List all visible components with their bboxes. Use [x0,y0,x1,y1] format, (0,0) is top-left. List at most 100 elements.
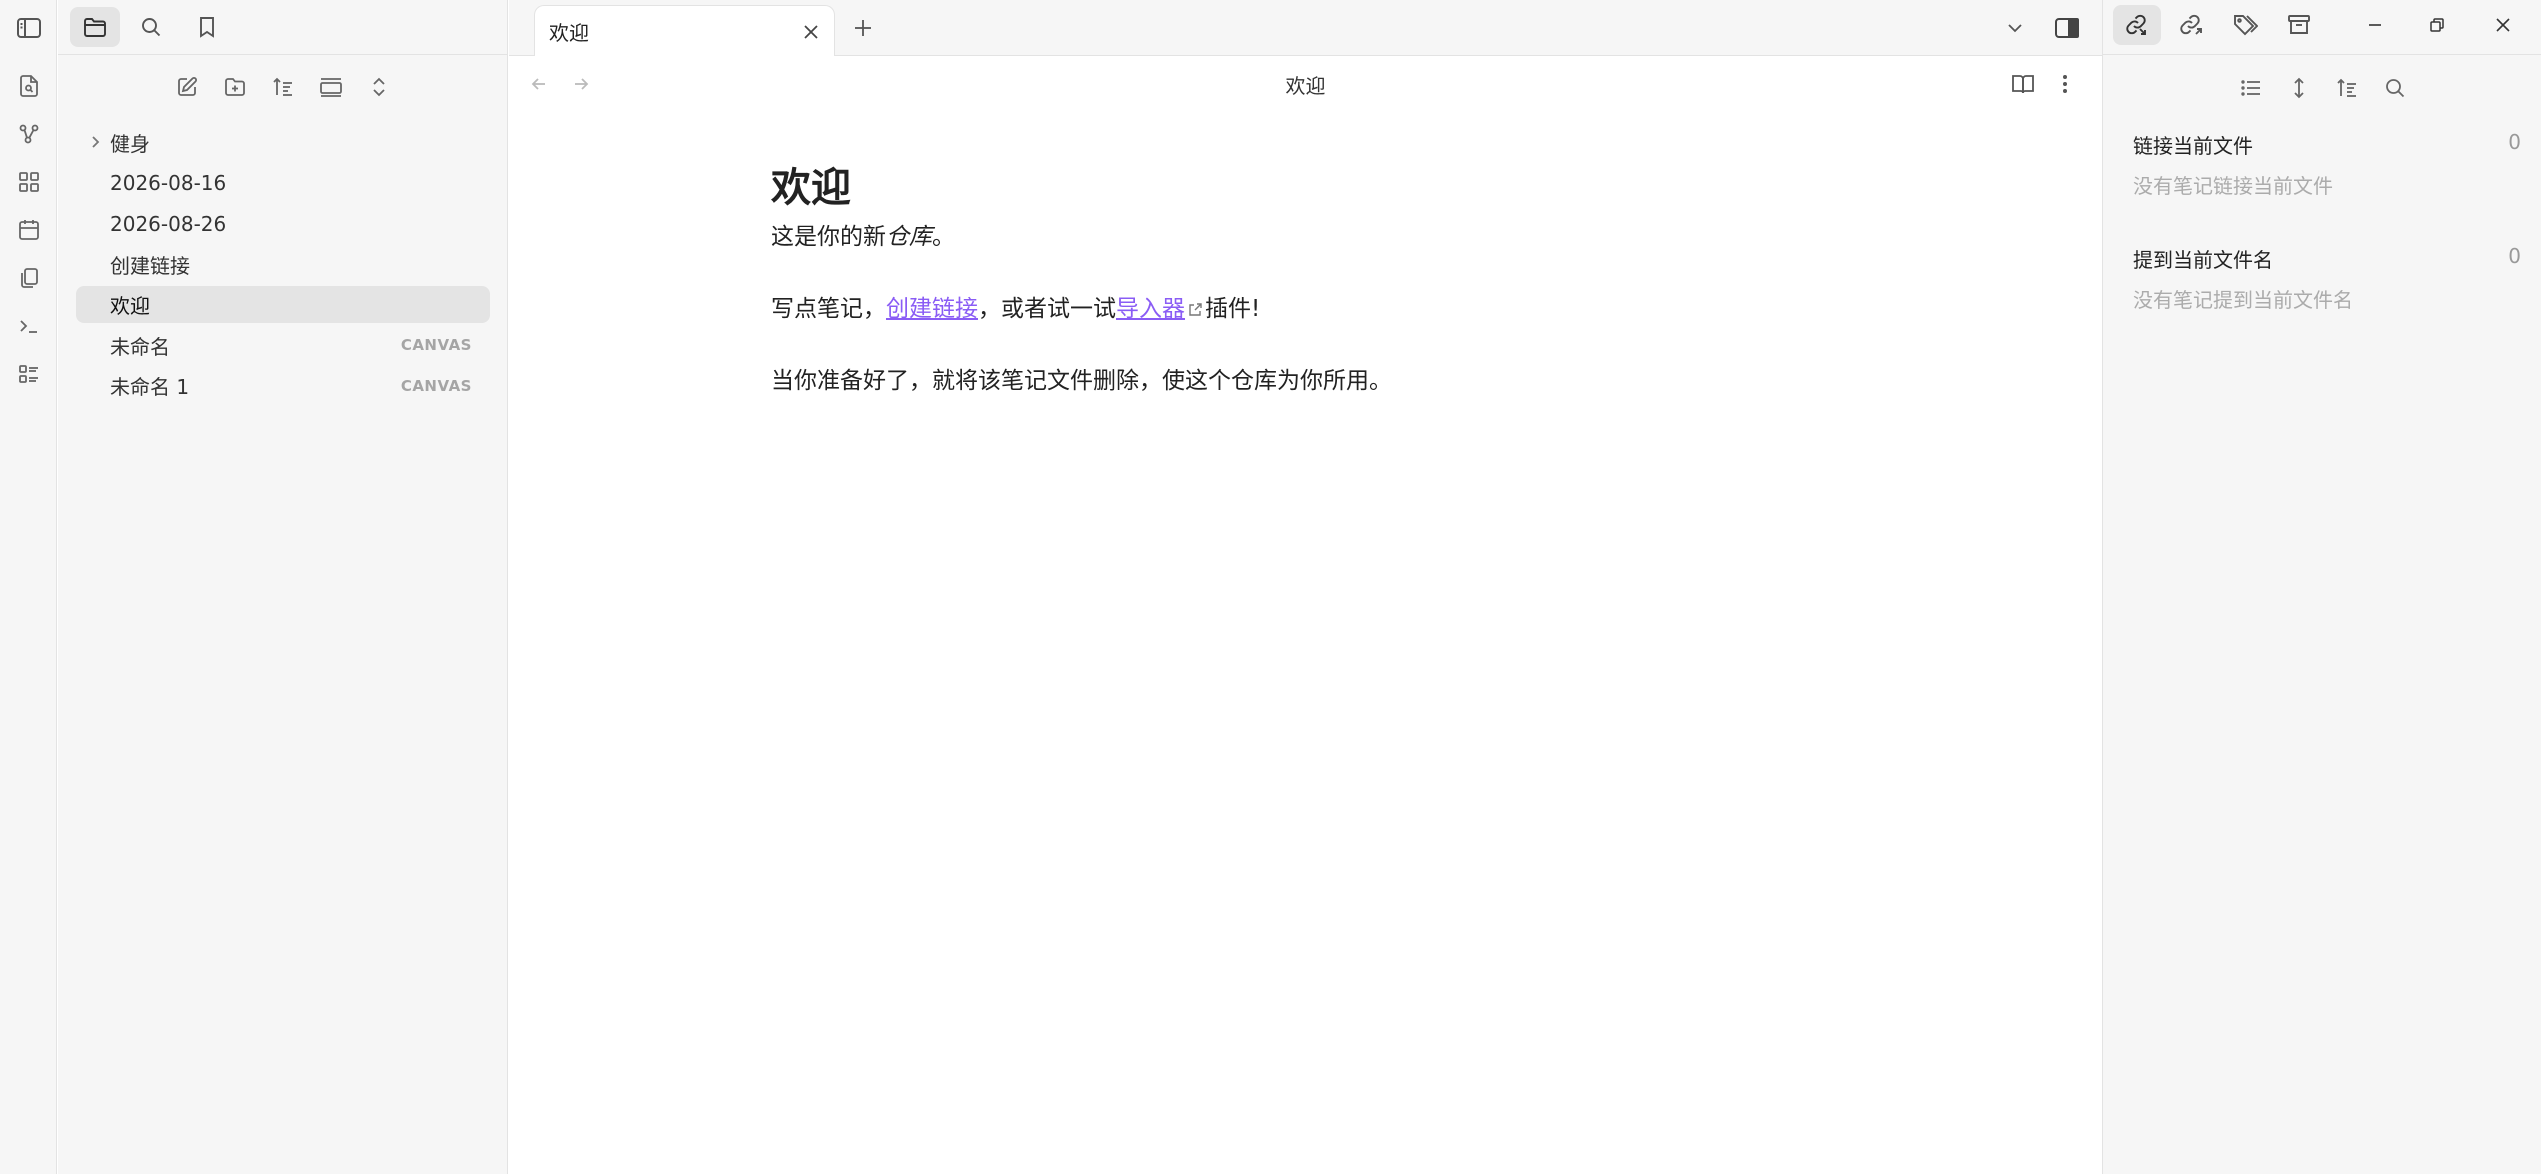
expand-collapse-icon [367,75,391,99]
minimize-button[interactable] [2351,5,2399,45]
collapse-all-button[interactable] [314,70,348,104]
bookmark-icon [195,15,219,39]
new-tab-button[interactable] [847,12,879,44]
text: 这是你的新 [771,224,886,250]
tab-label: 欢迎 [549,20,589,45]
restore-button[interactable] [2413,5,2461,45]
file-tree: 健身 2026-08-16 2026-08-26 创建链接 欢迎 未命名 CAN… [76,124,490,408]
chevron-right-icon[interactable] [86,133,104,151]
show-search-filter-button[interactable] [2378,71,2412,105]
graph-view-button[interactable] [0,110,57,158]
collapse-all-icon [318,75,344,99]
left-ribbon [0,0,57,1174]
tags-icon [2232,12,2258,38]
external-link-importer[interactable]: 导入器 [1116,296,1185,322]
daily-note-icon [17,218,41,242]
command-palette-icon [17,314,41,338]
change-sort-button[interactable] [2330,71,2364,105]
mentions-empty-message: 没有笔记提到当前文件名 [2133,288,2353,312]
tab-tags[interactable] [2221,5,2269,45]
restore-icon [2427,15,2447,35]
tab-files[interactable] [70,7,120,47]
right-sidebar-tabs [2103,0,2541,55]
new-folder-button[interactable] [218,70,252,104]
quick-switcher-icon [17,74,41,98]
tab-archive[interactable] [2275,5,2323,45]
sort-button[interactable] [266,70,300,104]
tree-file-2026-08-16[interactable]: 2026-08-16 [76,165,490,202]
internal-link-create-link[interactable]: 创建链接 [886,296,978,322]
text: ，或者试一试 [978,296,1116,322]
tab-backlinks[interactable] [2113,5,2161,45]
text: 。 [932,224,955,250]
folder-icon [82,15,108,39]
archive-icon [2286,12,2312,38]
tree-file-untitled-1[interactable]: 未命名 1 CANVAS [76,367,490,404]
tab-welcome[interactable]: 欢迎 [534,5,835,56]
new-note-button[interactable] [170,70,204,104]
file-explorer-actions [58,62,508,112]
tree-file-2026-08-26[interactable]: 2026-08-26 [76,205,490,242]
mentions-header[interactable]: 提到当前文件名 0 [2133,244,2521,274]
tab-search[interactable] [126,7,176,47]
graph-view-icon [17,122,41,146]
file-type-tag: CANVAS [400,336,472,354]
backlinks-count: 0 [2508,130,2521,154]
tree-item-label: 2026-08-26 [110,211,227,236]
tree-file-welcome[interactable]: 欢迎 [76,286,490,323]
tree-item-label: 2026-08-16 [110,171,227,195]
outgoing-links-icon [2178,12,2204,38]
document-content[interactable]: 欢迎 这是你的新仓库。 写点笔记，创建链接，或者试一试导入器 插件! 当你准备好了… [771,155,1871,399]
document-paragraph-2: 写点笔记，创建链接，或者试一试导入器 插件! [771,291,1871,327]
sidebar-right-toggle-button[interactable] [2049,10,2085,46]
backlinks-actions [2103,64,2541,112]
quick-switcher-button[interactable] [0,62,57,110]
tree-file-create-link[interactable]: 创建链接 [76,246,490,283]
more-options-button[interactable] [2049,68,2081,100]
backlinks-title: 链接当前文件 [2133,134,2253,158]
daily-note-button[interactable] [0,206,57,254]
canvas-icon [17,170,41,194]
close-window-button[interactable] [2479,5,2527,45]
bases-icon [17,362,41,386]
show-more-context-button[interactable] [2282,71,2316,105]
canvas-button[interactable] [0,158,57,206]
backlinks-section: 链接当前文件 0 没有笔记链接当前文件 [2133,130,2521,199]
templates-icon [17,266,41,290]
new-note-icon [175,75,199,99]
view-title[interactable]: 欢迎 [509,70,2102,99]
backlinks-header[interactable]: 链接当前文件 0 [2133,130,2521,160]
external-link-icon [1187,302,1203,318]
text: 插件! [1205,296,1261,322]
minimize-icon [2365,15,2385,35]
command-palette-button[interactable] [0,302,57,350]
tree-item-label: 未命名 1 [110,375,190,399]
tree-folder-jianshen[interactable]: 健身 [76,124,490,161]
tree-item-label: 健身 [110,132,150,156]
tree-item-label: 创建链接 [110,253,190,278]
tree-file-untitled[interactable]: 未命名 CANVAS [76,327,490,364]
new-folder-icon [223,75,247,99]
collapse-results-button[interactable] [2234,71,2268,105]
sidebar-left-toggle-button[interactable] [0,0,57,55]
tree-item-label: 欢迎 [110,294,150,318]
list-icon [2239,76,2263,100]
sidebar-right-toggle-icon [2054,16,2080,40]
emphasis-text: 仓库 [886,224,932,250]
tab-bookmarks[interactable] [182,7,232,47]
bases-button[interactable] [0,350,57,398]
expand-collapse-button[interactable] [362,70,396,104]
search-icon [2383,76,2407,100]
more-vertical-icon [2055,73,2075,95]
document-paragraph-3: 当你准备好了，就将该笔记文件删除，使这个仓库为你所用。 [771,368,1392,394]
close-icon[interactable] [798,19,824,45]
unlinked-mentions-section: 提到当前文件名 0 没有笔记提到当前文件名 [2133,244,2521,313]
expand-icon [2287,76,2311,100]
templates-button[interactable] [0,254,57,302]
tab-list-dropdown[interactable] [1999,12,2031,44]
tab-outgoing-links[interactable] [2167,5,2215,45]
sort-icon [2335,76,2359,100]
reading-view-button[interactable] [2007,68,2039,100]
main-editor-area: 欢迎 欢迎 欢迎 这是你的新仓库。 写点笔记，创建链接，或者试一试导入器 插件!… [509,0,2102,1174]
file-explorer-pane: 健身 2026-08-16 2026-08-26 创建链接 欢迎 未命名 CAN… [58,0,508,1174]
